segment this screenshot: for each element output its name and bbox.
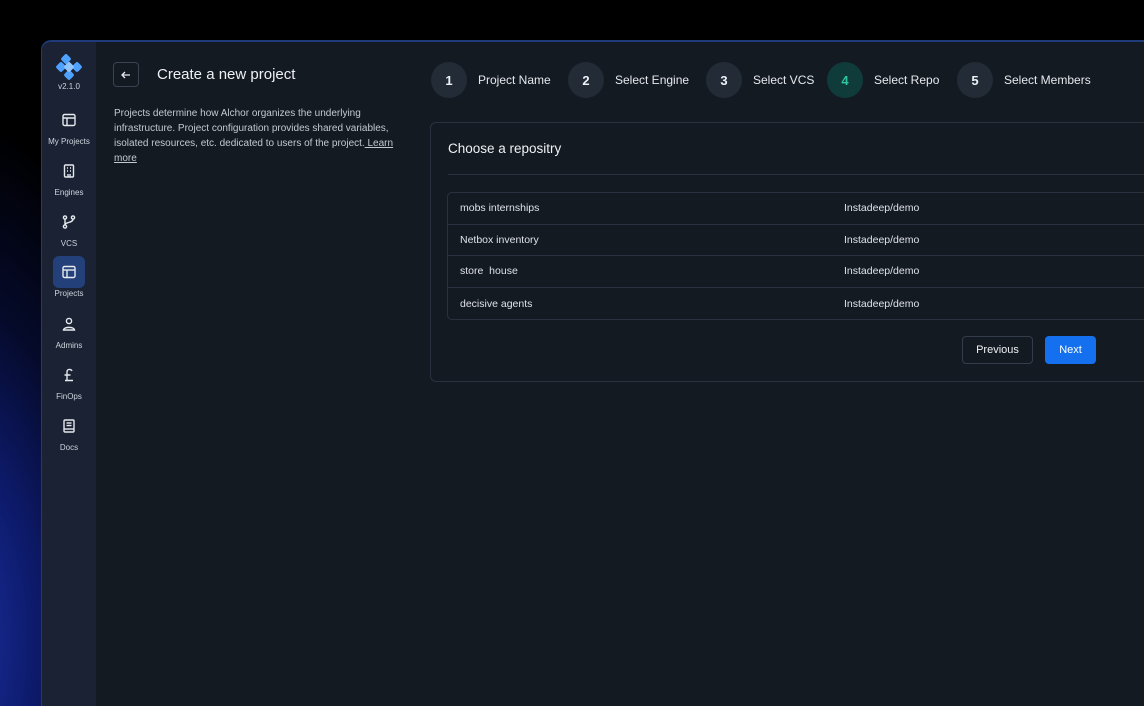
book-icon (53, 410, 85, 442)
repo-owner: Instadeep/demo (844, 297, 920, 310)
step-number: 5 (957, 62, 993, 98)
step-select-repo[interactable]: 4 Select Repo (827, 62, 939, 98)
logo-icon (56, 54, 82, 80)
sidebar-item-label: Docs (59, 443, 79, 452)
repo-card: Choose a repositry mobs internships Inst… (430, 122, 1144, 382)
page-description: Projects determine how Alchor organizes … (114, 106, 414, 166)
sidebar-item-vcs[interactable]: VCS (42, 206, 96, 248)
git-branch-icon (53, 206, 85, 238)
next-button[interactable]: Next (1045, 336, 1096, 364)
sidebar-item-label: FinOps (56, 392, 82, 401)
repo-owner: Instadeep/demo (844, 202, 920, 215)
step-number: 4 (827, 62, 863, 98)
step-label: Project Name (478, 73, 551, 87)
arrow-left-icon (121, 71, 130, 78)
sidebar-item-finops[interactable]: FinOps (42, 359, 96, 401)
sidebar-item-label: Admins (55, 341, 83, 350)
layout-icon (53, 104, 85, 136)
step-label: Select Engine (615, 73, 690, 87)
table-row[interactable]: store house Instadeep/demo (448, 256, 1144, 288)
step-project-name[interactable]: 1 Project Name (431, 62, 551, 98)
page-title: Create a new project (157, 66, 296, 83)
step-label: Select Members (1004, 73, 1091, 87)
app-window: v2.1.0 My Projects Engines VCS Projects … (41, 40, 1144, 706)
sidebar-item-engines[interactable]: Engines (42, 155, 96, 197)
sidebar-item-my-projects[interactable]: My Projects (42, 104, 96, 146)
divider (448, 174, 1144, 175)
sidebar-item-label: Projects (54, 289, 84, 298)
pound-icon (53, 359, 85, 391)
sidebar-item-projects[interactable]: Projects (42, 256, 96, 298)
repo-name: Netbox inventory (460, 233, 539, 246)
step-label: Select Repo (874, 73, 940, 87)
table-row[interactable]: Netbox inventory Instadeep/demo (448, 225, 1144, 257)
sidebar-item-label: Engines (54, 188, 84, 197)
step-number: 2 (568, 62, 604, 98)
sidebar-item-admins[interactable]: Admins (42, 308, 96, 350)
sidebar: v2.1.0 My Projects Engines VCS Projects … (42, 42, 96, 706)
main-content: Create a new project Projects determine … (96, 42, 1144, 706)
sidebar-item-label: VCS (60, 239, 78, 248)
description-text: Projects determine how Alchor organizes … (114, 108, 389, 149)
step-select-members[interactable]: 5 Select Members (957, 62, 1091, 98)
layout-icon (53, 256, 85, 288)
step-label: Select VCS (753, 73, 815, 87)
step-number: 3 (706, 62, 742, 98)
back-button[interactable] (113, 62, 139, 87)
table-row[interactable]: decisive agents Instadeep/demo (448, 288, 1144, 319)
sidebar-item-docs[interactable]: Docs (42, 410, 96, 452)
step-number: 1 (431, 62, 467, 98)
app-version: v2.1.0 (58, 82, 80, 91)
table-row[interactable]: mobs internships Instadeep/demo (448, 193, 1144, 225)
user-gear-icon (53, 308, 85, 340)
card-title: Choose a repositry (448, 141, 562, 156)
repo-name: mobs internships (460, 202, 540, 215)
repo-list: mobs internships Instadeep/demo Netbox i… (447, 192, 1144, 320)
previous-button[interactable]: Previous (962, 336, 1033, 364)
repo-name: store house (460, 265, 518, 278)
repo-owner: Instadeep/demo (844, 265, 920, 278)
sidebar-item-label: My Projects (48, 137, 90, 146)
repo-name: decisive agents (460, 297, 533, 310)
step-select-vcs[interactable]: 3 Select VCS (706, 62, 814, 98)
building-icon (53, 155, 85, 187)
step-select-engine[interactable]: 2 Select Engine (568, 62, 689, 98)
repo-owner: Instadeep/demo (844, 233, 920, 246)
